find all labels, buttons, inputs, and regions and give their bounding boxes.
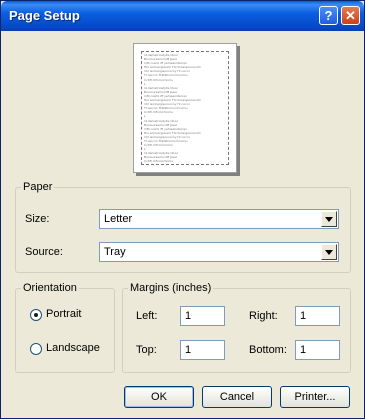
title-bar[interactable]: Page Setup ? ✕ (1, 1, 364, 31)
chevron-down-icon[interactable] (321, 211, 337, 227)
size-select[interactable]: Letter (99, 209, 339, 229)
landscape-label[interactable]: Landscape (46, 342, 100, 354)
page-preview: 11/Iemetriostytis ldsoc BursoursemoniM J… (133, 43, 237, 173)
margins-legend: Margins (inches) (130, 282, 212, 294)
cancel-button[interactable]: Cancel (202, 386, 272, 408)
source-select-value: Tray (104, 246, 126, 258)
cancel-button-label: Cancel (219, 391, 255, 403)
top-margin-input[interactable] (180, 340, 225, 360)
orientation-group: Orientation (15, 282, 115, 373)
bottom-margin-label: Bottom: (249, 344, 287, 356)
size-select-value: Letter (104, 213, 133, 225)
orientation-legend: Orientation (23, 282, 77, 294)
help-button[interactable]: ? (319, 6, 338, 25)
right-margin-label: Right: (249, 310, 278, 322)
size-label: Size: (25, 213, 50, 225)
portrait-radio[interactable] (30, 309, 42, 321)
close-icon: ✕ (345, 7, 356, 23)
printer-button[interactable]: Printer... (280, 386, 350, 408)
chevron-down-icon[interactable] (321, 244, 337, 260)
paper-legend: Paper (23, 181, 53, 193)
source-select[interactable]: Tray (99, 242, 339, 262)
close-button[interactable]: ✕ (341, 6, 360, 25)
portrait-label[interactable]: Portrait (46, 308, 81, 320)
preview-sample-text: 11/Iemetriostytis ldsoc BursoursemoniM J… (144, 53, 201, 163)
source-label: Source: (25, 246, 63, 258)
bottom-margin-input[interactable] (295, 340, 340, 360)
left-margin-input[interactable] (180, 306, 225, 326)
help-icon: ? (324, 8, 333, 23)
left-margin-label: Left: (136, 310, 158, 322)
ok-button-label: OK (151, 391, 167, 403)
top-margin-label: Top: (136, 344, 157, 356)
right-margin-input[interactable] (295, 306, 340, 326)
printer-button-label: Printer... (294, 391, 336, 403)
ok-button[interactable]: OK (124, 386, 194, 408)
landscape-radio[interactable] (30, 343, 42, 355)
dialog-title: Page Setup (9, 8, 80, 23)
page-setup-dialog: Page Setup ? ✕ 11/Iemetriostytis ldsoc B… (0, 0, 365, 419)
